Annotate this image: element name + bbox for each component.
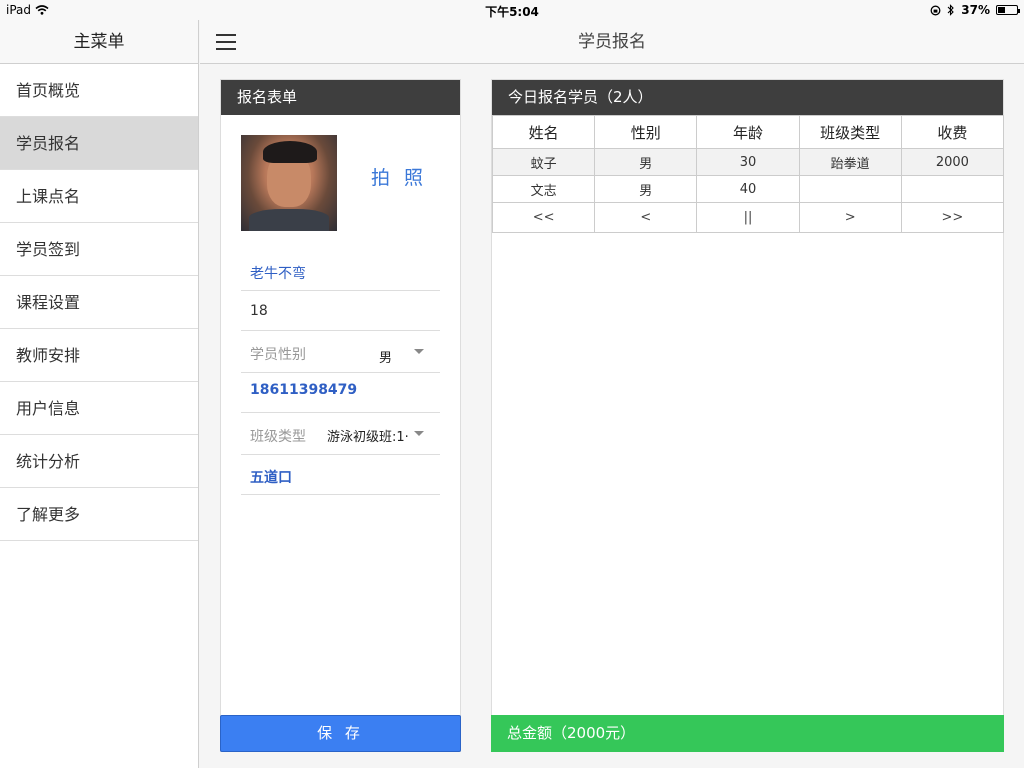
table-cell: 40 [696,175,800,203]
column-header[interactable]: 年龄 [696,115,800,149]
battery-icon [996,5,1020,15]
first-page-button[interactable]: << [491,202,596,233]
enrollment-form-panel: 报名表单 拍 照 老牛不弯 18 学员性别 男 18611398479 班级类型… [220,79,461,752]
today-enrollment-panel: 今日报名学员（2人） 姓名 性别 年龄 班级类型 收费 蚊子 男 30 跆拳道 … [491,79,1005,752]
column-header[interactable]: 收费 [900,115,1005,149]
address-field[interactable]: 五道口 [241,455,440,495]
sidebar: 主菜单 首页概览 学员报名 上课点名 学员签到 课程设置 教师安排 用户信息 统… [0,20,199,768]
sidebar-item-teacher-schedule[interactable]: 教师安排 [0,329,198,382]
save-button[interactable]: 保 存 [220,715,461,752]
chevron-down-icon [414,431,424,436]
student-photo [241,135,337,231]
phone-field[interactable]: 18611398479 [241,373,440,413]
age-value: 18 [250,303,268,319]
column-header[interactable]: 姓名 [491,115,596,149]
table-cell: 男 [594,148,698,176]
bluetooth-icon [947,4,955,16]
page-title: 学员报名 [578,32,646,52]
top-bar: 学员报名 [200,20,1024,64]
table-cell: 跆拳道 [798,148,902,176]
table-row[interactable]: 蚊子 男 30 跆拳道 2000 [491,148,1005,176]
take-photo-button[interactable]: 拍 照 [371,163,427,190]
table-row[interactable]: 文志 男 40 [491,175,1005,203]
gender-select[interactable]: 学员性别 男 [241,331,440,373]
pager-row: << < || > >> [491,202,1005,233]
table-cell [798,175,902,203]
table-cell: 2000 [900,148,1005,176]
pause-button[interactable]: || [696,202,800,233]
battery-percent: 37% [961,3,990,17]
gender-value: 男 [379,351,393,366]
sidebar-item-overview[interactable]: 首页概览 [0,64,198,117]
class-type-select[interactable]: 班级类型 游泳初级班:1· [241,413,440,455]
sidebar-item-learn-more[interactable]: 了解更多 [0,488,198,541]
enrollment-table: 姓名 性别 年龄 班级类型 收费 蚊子 男 30 跆拳道 2000 文志 男 4… [491,115,1005,233]
rotation-lock-icon [930,5,941,15]
name-field[interactable]: 老牛不弯 [241,251,440,291]
total-amount-bar: 总金额（2000元） [491,715,1004,752]
table-cell [900,175,1005,203]
chevron-down-icon [414,349,424,354]
prev-page-button[interactable]: < [594,202,698,233]
sidebar-item-roll-call[interactable]: 上课点名 [0,170,198,223]
sidebar-item-course-settings[interactable]: 课程设置 [0,276,198,329]
table-cell: 文志 [491,175,596,203]
class-type-label: 班级类型 [250,429,306,445]
address-value: 五道口 [250,470,292,486]
age-field[interactable]: 18 [241,291,440,331]
class-type-value: 游泳初级班:1· [327,430,409,445]
gender-label: 学员性别 [250,347,306,363]
name-value: 老牛不弯 [250,266,306,282]
sidebar-item-user-info[interactable]: 用户信息 [0,382,198,435]
status-bar: iPad 下午5:04 37% [0,0,1024,20]
sidebar-item-check-in[interactable]: 学员签到 [0,223,198,276]
phone-value: 18611398479 [250,382,358,398]
column-header[interactable]: 性别 [594,115,698,149]
last-page-button[interactable]: >> [900,202,1005,233]
column-header[interactable]: 班级类型 [798,115,902,149]
sidebar-item-enrollment[interactable]: 学员报名 [0,117,198,170]
next-page-button[interactable]: > [798,202,902,233]
list-title: 今日报名学员（2人） [492,80,1003,115]
table-cell: 蚊子 [491,148,596,176]
sidebar-item-statistics[interactable]: 统计分析 [0,435,198,488]
form-title: 报名表单 [221,80,460,115]
sidebar-title: 主菜单 [0,20,198,64]
table-cell: 30 [696,148,800,176]
table-cell: 男 [594,175,698,203]
clock: 下午5:04 [485,5,539,19]
